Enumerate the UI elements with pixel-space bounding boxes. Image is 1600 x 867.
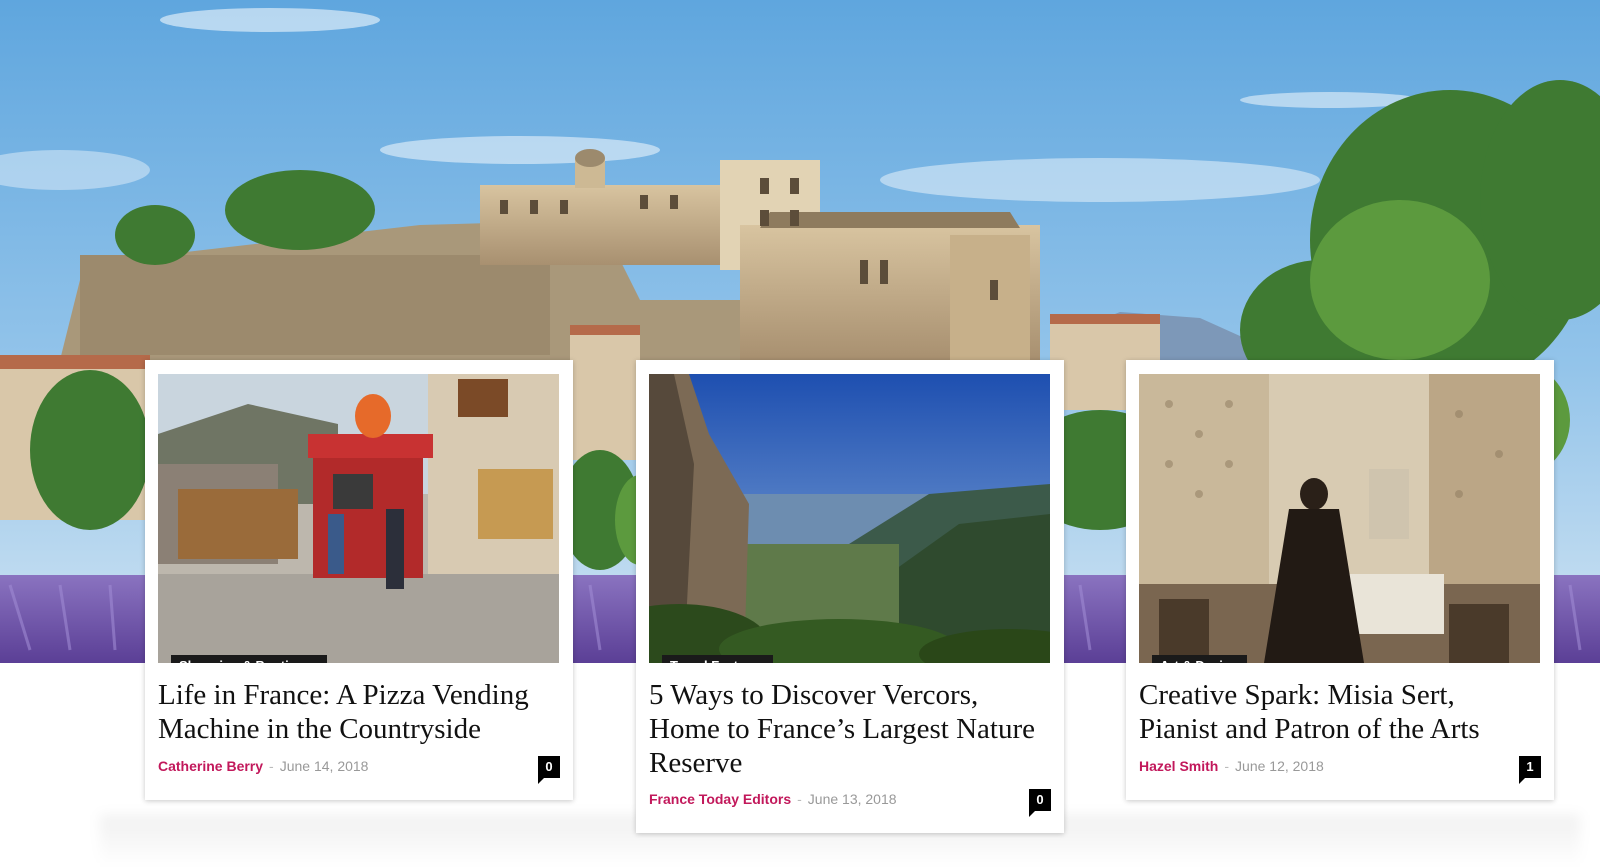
article-card[interactable]: Shopping & Boutiques Life in France: A P… bbox=[145, 360, 573, 800]
publish-date: June 12, 2018 bbox=[1235, 758, 1324, 774]
category-badge[interactable]: Art & Design bbox=[1152, 655, 1247, 663]
article-thumbnail[interactable]: Shopping & Boutiques bbox=[158, 374, 559, 663]
article-thumbnail[interactable]: Art & Design bbox=[1139, 374, 1540, 663]
comment-count-badge[interactable]: 0 bbox=[1029, 789, 1051, 817]
category-badge[interactable]: Travel Features bbox=[662, 655, 774, 663]
meta-separator: - bbox=[797, 791, 802, 807]
author-link[interactable]: Catherine Berry bbox=[158, 758, 263, 774]
meta-separator: - bbox=[269, 758, 274, 774]
article-card[interactable]: Travel Features 5 Ways to Discover Verco… bbox=[636, 360, 1064, 833]
article-title[interactable]: 5 Ways to Discover Vercors, Home to Fran… bbox=[649, 678, 1049, 780]
comment-count-badge[interactable]: 0 bbox=[538, 756, 560, 784]
article-meta: Hazel Smith - June 12, 2018 bbox=[1139, 757, 1324, 775]
comment-count-badge[interactable]: 1 bbox=[1519, 756, 1541, 784]
article-meta: Catherine Berry - June 14, 2018 bbox=[158, 757, 368, 775]
publish-date: June 13, 2018 bbox=[807, 791, 897, 807]
author-link[interactable]: Hazel Smith bbox=[1139, 758, 1218, 774]
meta-separator: - bbox=[1224, 758, 1230, 774]
article-title[interactable]: Creative Spark: Misia Sert, Pianist and … bbox=[1139, 678, 1539, 746]
article-thumbnail[interactable]: Travel Features bbox=[649, 374, 1050, 663]
article-meta: France Today Editors - June 13, 2018 bbox=[649, 790, 897, 808]
category-badge[interactable]: Shopping & Boutiques bbox=[171, 655, 328, 663]
article-card[interactable]: Art & Design Creative Spark: Misia Sert,… bbox=[1126, 360, 1554, 800]
author-link[interactable]: France Today Editors bbox=[649, 791, 791, 807]
article-title[interactable]: Life in France: A Pizza Vending Machine … bbox=[158, 678, 558, 746]
publish-date: June 14, 2018 bbox=[279, 758, 369, 774]
